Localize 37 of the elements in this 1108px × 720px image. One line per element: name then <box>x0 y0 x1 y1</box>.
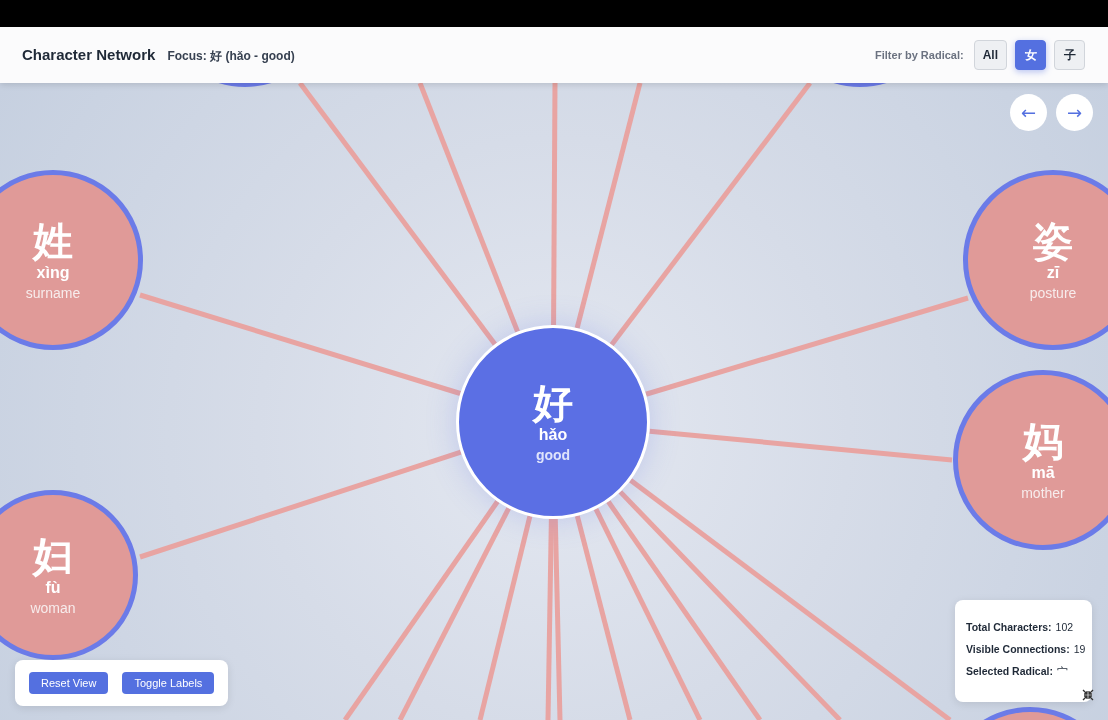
stat-label: Total Characters: <box>966 621 1052 633</box>
filter-button[interactable]: 子 <box>1054 40 1085 70</box>
stat-value: 宀 <box>1056 665 1068 677</box>
character: 姓 <box>33 218 73 263</box>
pinyin: fù <box>45 578 61 598</box>
control-button[interactable]: Reset View <box>29 672 109 694</box>
stat-value: 19 <box>1073 643 1086 655</box>
filter-button[interactable]: All <box>973 40 1007 70</box>
stat-label: Selected Radical: <box>966 665 1053 677</box>
character: 好 <box>533 380 573 425</box>
collapse-icon[interactable] <box>1082 689 1094 701</box>
filter-button[interactable]: 女 <box>1015 40 1046 70</box>
filter-label: Filter by Radical: <box>875 49 964 61</box>
character-node[interactable]: 妈 mā mother <box>953 370 1108 550</box>
meaning: woman <box>30 600 76 617</box>
pinyin: zī <box>1046 262 1060 283</box>
nav-button[interactable]: ← <box>1010 94 1047 131</box>
character: 姿 <box>1033 218 1073 263</box>
focus-label: Focus: 好 (hǎo - good) <box>167 47 295 65</box>
control-button[interactable]: Toggle Labels <box>122 672 215 694</box>
stat-value: 102 <box>1055 621 1074 633</box>
stat-label: Visible Connections: <box>966 643 1070 655</box>
character-node[interactable]: 姿 zī posture <box>963 170 1108 350</box>
pinyin: xìng <box>36 262 70 283</box>
app-title: Character Network <box>22 45 156 63</box>
meaning: surname <box>25 285 81 302</box>
nav-button[interactable]: → <box>1056 94 1093 131</box>
meaning: good <box>535 447 571 464</box>
meaning: posture <box>1029 285 1077 302</box>
pinyin: mā <box>1031 463 1055 483</box>
pinyin: hǎo <box>538 424 568 445</box>
character-node[interactable]: 好 hǎo good <box>456 325 650 519</box>
character: 妈 <box>1023 418 1063 463</box>
character-node[interactable]: 姓 xìng surname <box>0 170 143 350</box>
character-node[interactable]: 妇 fù woman <box>0 490 138 660</box>
meaning: mother <box>1021 485 1065 502</box>
character: 妇 <box>33 533 73 578</box>
